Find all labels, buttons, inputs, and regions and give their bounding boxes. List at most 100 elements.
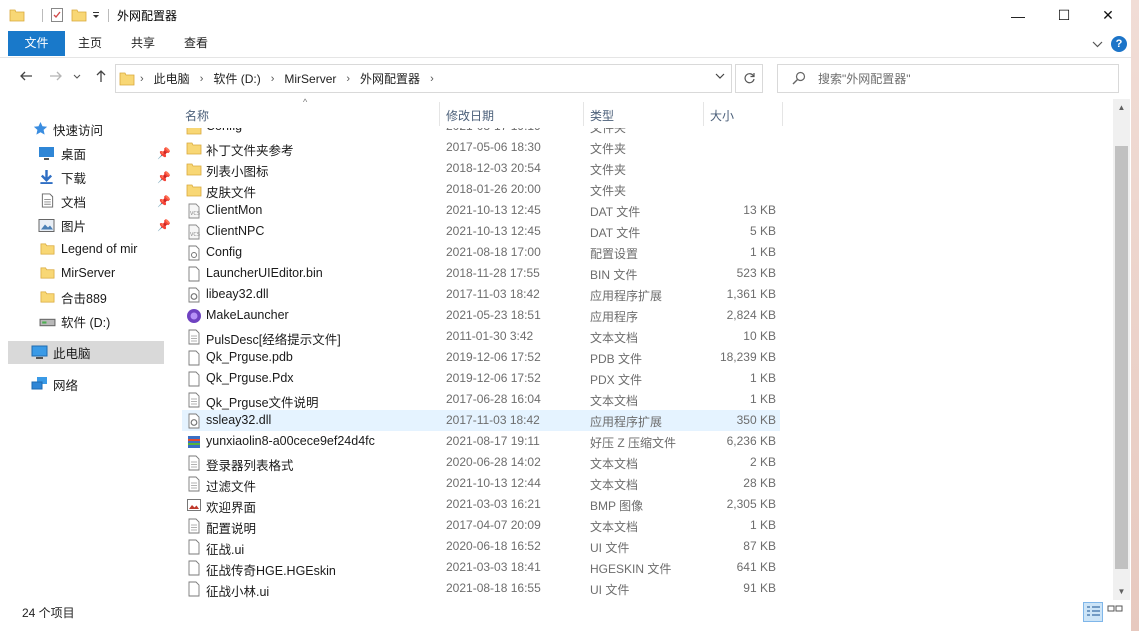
- breadcrumb-mirserver[interactable]: MirServer: [284, 72, 336, 86]
- folder-icon: [186, 142, 202, 155]
- scroll-up-icon[interactable]: ▲: [1113, 99, 1130, 116]
- file-row[interactable]: Config 2021-08-17 19:19 文件夹: [182, 128, 780, 137]
- column-divider[interactable]: [782, 102, 783, 126]
- file-icon: [188, 371, 200, 387]
- file-date: 2017-06-28 16:04: [446, 392, 541, 406]
- file-row[interactable]: 过滤文件 2021-10-13 12:44 文本文档 28 KB: [182, 473, 780, 494]
- close-button[interactable]: ✕: [1085, 0, 1131, 31]
- recent-locations-button[interactable]: [72, 69, 82, 87]
- arrow-up-icon: [96, 70, 106, 82]
- sidebar-item-downloads[interactable]: 下载 📌: [8, 166, 171, 188]
- file-name: 欢迎界面: [206, 501, 257, 515]
- file-row[interactable]: LauncherUIEditor.bin 2018-11-28 17:55 BIN …: [182, 263, 780, 284]
- file-row[interactable]: VCS ClientNPC 2021-10-13 12:45 DAT 文件 5 KB: [182, 221, 780, 242]
- chevron-right-icon[interactable]: ›: [200, 73, 204, 85]
- sidebar-item-documents[interactable]: 文档 📌: [8, 190, 171, 212]
- search-box[interactable]: [777, 64, 1119, 93]
- scroll-down-icon[interactable]: ▼: [1113, 583, 1130, 600]
- address-history-button[interactable]: [709, 64, 731, 91]
- new-folder-icon[interactable]: [71, 7, 87, 23]
- file-name: yunxiaolin8-a00cece9ef24d4fc: [206, 434, 375, 448]
- file-row[interactable]: 登录器列表格式 2020-06-28 14:02 文本文档 2 KB: [182, 452, 780, 473]
- sidebar-item-this-pc[interactable]: 此电脑: [8, 341, 164, 364]
- file-date: 2020-06-18 16:52: [446, 539, 541, 553]
- file-row[interactable]: 配置说明 2017-04-07 20:09 文本文档 1 KB: [182, 515, 780, 536]
- tab-share[interactable]: 共享: [123, 31, 163, 56]
- tab-view[interactable]: 查看: [176, 31, 216, 56]
- chevron-right-icon[interactable]: ›: [140, 73, 144, 85]
- help-icon[interactable]: ?: [1111, 36, 1127, 52]
- file-row[interactable]: Qk_Prguse.Pdx 2019-12-06 17:52 PDX 文件 1 KB: [182, 368, 780, 389]
- sidebar-item-network[interactable]: 网络: [8, 373, 164, 395]
- file-row[interactable]: MakeLauncher 2021-05-23 18:51 应用程序 2,824 KB: [182, 305, 780, 326]
- file-row[interactable]: Qk_Prguse.pdb 2019-12-06 17:52 PDB 文件 18,23…: [182, 347, 780, 368]
- file-row[interactable]: ssleay32.dll 2017-11-03 18:42 应用程序扩展 350 KB: [182, 410, 780, 431]
- up-button[interactable]: [93, 69, 109, 87]
- file-row[interactable]: 欢迎界面 2021-03-03 16:21 BMP 图像 2,305 KB: [182, 494, 780, 515]
- customize-quick-access-icon[interactable]: [91, 7, 101, 23]
- file-name: 配置说明: [206, 522, 257, 536]
- sidebar-item-label: 图片: [61, 219, 87, 234]
- file-name: MakeLauncher: [206, 308, 289, 322]
- vertical-scrollbar[interactable]: ▲ ▼: [1113, 99, 1130, 600]
- chevron-down-icon[interactable]: [1092, 39, 1103, 49]
- maximize-button[interactable]: ☐: [1041, 0, 1087, 31]
- tab-home[interactable]: 主页: [70, 31, 110, 56]
- sidebar-item-desktop[interactable]: 桌面 📌: [8, 142, 171, 164]
- search-input[interactable]: [818, 65, 1108, 92]
- file-size: 5 KB: [749, 224, 776, 238]
- sidebar-item-legend-of-mir[interactable]: Legend of mir: [8, 238, 164, 260]
- file-row[interactable]: libeay32.dll 2017-11-03 18:42 应用程序扩展 1,361 …: [182, 284, 780, 305]
- document-icon: [41, 193, 54, 208]
- file-name: ClientNPC: [206, 224, 265, 238]
- scrollbar-thumb[interactable]: [1115, 146, 1128, 569]
- file-row[interactable]: 补丁文件夹参考 2017-05-06 18:30 文件夹: [182, 137, 780, 158]
- minimize-button[interactable]: —: [995, 0, 1041, 31]
- sidebar-item-heji889[interactable]: 合击889: [8, 286, 164, 308]
- column-header-type[interactable]: 类型: [584, 98, 703, 128]
- file-row[interactable]: 列表小图标 2018-12-03 20:54 文件夹: [182, 158, 780, 179]
- column-header-date[interactable]: 修改日期: [440, 98, 583, 128]
- file-date: 2019-12-06 17:52: [446, 350, 541, 364]
- file-date: 2018-01-26 20:00: [446, 182, 541, 196]
- file-name: Config: [206, 245, 243, 259]
- chevron-right-icon[interactable]: ›: [271, 73, 275, 85]
- chevron-right-icon[interactable]: ›: [430, 73, 434, 85]
- details-view-button[interactable]: [1083, 602, 1103, 622]
- sidebar-item-label: MirServer: [61, 266, 116, 280]
- address-bar[interactable]: › 此电脑 › 软件 (D:) › MirServer › 外网配置器 ›: [115, 64, 732, 93]
- file-date: 2021-08-17 19:19: [446, 128, 541, 133]
- file-size: 641 KB: [736, 560, 776, 574]
- forward-button[interactable]: [48, 69, 64, 87]
- large-icons-view-button[interactable]: [1106, 602, 1126, 622]
- file-row[interactable]: 征战传奇HGE.HGEskin 2021-03-03 18:41 HGESKIN 文…: [182, 557, 780, 578]
- file-size: 6,236 KB: [726, 434, 776, 448]
- breadcrumb-current-folder[interactable]: 外网配置器: [360, 70, 420, 87]
- file-name: PulsDesc[经络提示文件]: [206, 333, 341, 347]
- file-row[interactable]: 皮肤文件 2018-01-26 20:00 文件夹: [182, 179, 780, 200]
- file-type: 文件夹: [590, 128, 627, 135]
- file-row[interactable]: 征战.ui 2020-06-18 16:52 UI 文件 87 KB: [182, 536, 780, 557]
- breadcrumb-drive-d[interactable]: 软件 (D:): [213, 70, 260, 87]
- properties-icon[interactable]: [49, 7, 65, 23]
- desktop-background: [1131, 0, 1139, 631]
- file-row[interactable]: VCS ClientMon 2021-10-13 12:45 DAT 文件 13 KB: [182, 200, 780, 221]
- column-header-size[interactable]: 大小: [704, 98, 782, 128]
- column-header-name[interactable]: ^ 名称: [176, 98, 438, 128]
- chevron-right-icon[interactable]: ›: [346, 73, 350, 85]
- tab-file[interactable]: 文件: [8, 31, 65, 56]
- file-size: 1 KB: [749, 518, 776, 532]
- sidebar-item-drive-d[interactable]: 软件 (D:): [8, 310, 164, 332]
- sidebar-item-pictures[interactable]: 图片 📌: [8, 214, 171, 236]
- sidebar-item-mirserver[interactable]: MirServer: [8, 262, 164, 284]
- sidebar-item-quick-access[interactable]: 快速访问: [8, 118, 164, 140]
- file-row[interactable]: PulsDesc[经络提示文件] 2011-01-30 3:42 文本文档 10 KB: [182, 326, 780, 347]
- folder-icon: [40, 243, 55, 255]
- file-row[interactable]: 征战小林.ui 2021-08-18 16:55 UI 文件 91 KB: [182, 578, 780, 599]
- breadcrumb-this-pc[interactable]: 此电脑: [154, 70, 190, 87]
- back-button[interactable]: [18, 69, 34, 87]
- refresh-button[interactable]: [735, 64, 763, 93]
- file-row[interactable]: yunxiaolin8-a00cece9ef24d4fc 2021-08-17 1…: [182, 431, 780, 452]
- file-row[interactable]: Qk_Prguse文件说明 2017-06-28 16:04 文本文档 1 KB: [182, 389, 780, 410]
- file-row[interactable]: Config 2021-08-18 17:00 配置设置 1 KB: [182, 242, 780, 263]
